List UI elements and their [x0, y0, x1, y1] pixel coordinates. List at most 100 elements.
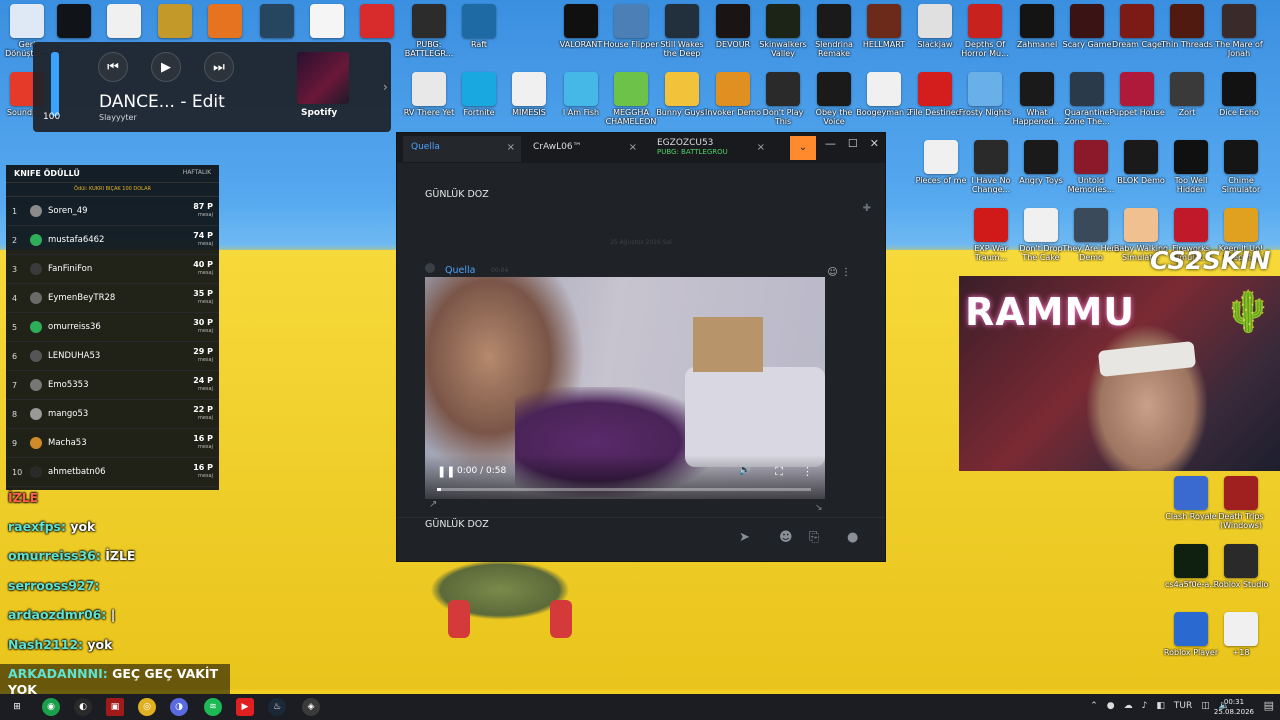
resize-icon[interactable]: ↘ [815, 503, 823, 513]
app-icon [817, 72, 851, 106]
desktop-icon[interactable]: The Mare of Jonah [1210, 4, 1268, 58]
desktop-icon[interactable]: Roblox Studio [1212, 544, 1270, 589]
desktop-icon[interactable]: Zort [1158, 72, 1216, 117]
app-icon [208, 4, 242, 38]
desktop-icon[interactable]: Skinwalkers Valley [754, 4, 812, 58]
app-icon [924, 140, 958, 174]
wifi-icon[interactable]: ◫ [1201, 701, 1210, 711]
app-icon [1170, 4, 1204, 38]
tab-quella[interactable]: Quella × [403, 136, 521, 162]
more-icon[interactable]: ⋮ [802, 465, 813, 478]
leaderboard-row: 10 ahmetbatn06 16 Pmesaj [6, 458, 219, 487]
microphone-icon[interactable]: ● [1107, 701, 1115, 711]
clock-date: 25.08.2026 [1213, 708, 1254, 716]
pause-icon[interactable]: ❚❚ [437, 465, 455, 478]
youtube-icon[interactable]: ▶ [236, 698, 254, 716]
desktop-icon[interactable]: Raft [450, 4, 508, 49]
tab-egzozcu53[interactable]: EGZOZCU53 PUBG: BATTLEGROU × [649, 136, 771, 162]
app-icon [614, 4, 648, 38]
desktop-icon[interactable]: House Flipper [602, 4, 660, 49]
emoji-icon[interactable]: ☻ [779, 530, 793, 545]
desktop-icon[interactable]: MIMESIS [500, 72, 558, 117]
avatar [30, 292, 42, 304]
volume-icon[interactable]: 🔊 [739, 465, 751, 476]
app-icon [512, 72, 546, 106]
app-icon[interactable]: ▣ [106, 698, 124, 716]
avatar [30, 408, 42, 420]
desktop-icon[interactable]: Thin Threads [1158, 4, 1216, 49]
clock[interactable]: 00:31 25.08.2026 [1214, 697, 1254, 717]
desktop-icon[interactable] [348, 4, 406, 40]
app-icon [1174, 476, 1208, 510]
desktop-icon[interactable]: Boogeyman 2 [855, 72, 913, 117]
desktop-icon[interactable]: Death Trips (Windows) [1212, 476, 1270, 530]
maximize-icon[interactable]: ☐ [848, 137, 858, 150]
desktop-icon-label: Boogeyman 2 [856, 108, 912, 117]
desktop-icon[interactable]: Don't Play This [754, 72, 812, 126]
desktop-icon[interactable]: HELLMART [855, 4, 913, 49]
notification-icon[interactable]: ▤ [1264, 699, 1274, 712]
volume-fill [51, 52, 59, 116]
expand-icon[interactable]: ↗ [429, 499, 437, 510]
leaderboard-list: 1 Soren_49 87 Pmesaj 2 mustafa6462 74 Pmesaj 3… [6, 197, 219, 487]
fullscreen-icon[interactable]: ⛶ [775, 465, 783, 479]
app-icon [665, 72, 699, 106]
app-icon[interactable]: ◐ [74, 698, 92, 716]
desktop-icon[interactable]: Bunny Guys! [653, 72, 711, 117]
avatar [30, 234, 42, 246]
emoji-icon[interactable]: ☺ [827, 267, 837, 278]
pin-icon[interactable]: ✚ [863, 203, 871, 214]
spotify-icon[interactable]: ≋ [204, 698, 222, 716]
desktop-icon[interactable]: Frosty Nights [956, 72, 1014, 117]
avatar[interactable] [425, 263, 435, 273]
desktop-icon[interactable] [196, 4, 254, 40]
leaderboard-prize: Ödül: KUKRI BIÇAK 100 DOLAR [6, 183, 219, 197]
date-separator: 25 Ağustos 2026 Sal [610, 239, 672, 246]
chat-text: yok [65, 519, 96, 534]
desktop-icon[interactable] [95, 4, 153, 40]
close-icon[interactable]: × [507, 142, 515, 153]
rank: 3 [12, 264, 18, 274]
chrome-icon[interactable]: ◎ [138, 698, 156, 716]
video-player[interactable]: ❚❚ 0:00 / 0:58 🔊 ⛶ ⋮ [425, 277, 825, 499]
language-indicator[interactable]: TUR [1174, 701, 1192, 711]
microphone-icon[interactable]: ● [847, 530, 858, 545]
chat-username: serrooss927: [8, 578, 100, 593]
desktop-icon[interactable]: MEGGHA CHAMELEON [602, 72, 660, 126]
windows-start-icon[interactable]: ⊞ [8, 698, 26, 716]
speaker-icon[interactable]: ♪ [1142, 701, 1148, 711]
discord-icon[interactable]: ◑ [170, 698, 188, 716]
chevron-right-icon[interactable]: › [383, 80, 388, 94]
app-icon[interactable]: ◉ [42, 698, 60, 716]
message-author[interactable]: Quella [445, 265, 475, 276]
play-button[interactable]: ▶ [151, 52, 181, 82]
network-icon[interactable]: ◧ [1156, 701, 1165, 711]
username: Soren_49 [48, 206, 88, 216]
tab-crawl06[interactable]: CrAwL06™ × [525, 136, 643, 162]
webcam-feed: RAMMU 🌵 [959, 276, 1280, 471]
desktop-icon[interactable]: Still Wakes the Deep [653, 4, 711, 58]
chevron-up-icon[interactable]: ⌃ [1090, 701, 1098, 711]
more-icon[interactable]: ⋮ [841, 267, 851, 278]
minimize-icon[interactable]: — [825, 137, 836, 150]
app-icon [1174, 140, 1208, 174]
close-icon[interactable]: × [629, 142, 637, 153]
next-track-button[interactable]: ⏭ [204, 52, 234, 82]
cloud-icon[interactable]: ☁ [1124, 701, 1133, 711]
desktop-icon[interactable]: Chime Simulator [1212, 140, 1270, 194]
app-icon[interactable]: ◈ [302, 698, 320, 716]
rank: 9 [12, 438, 18, 448]
desktop-icon[interactable]: Dice Echo [1210, 72, 1268, 117]
volume-bar[interactable] [51, 52, 59, 116]
message-input-bar[interactable]: ➤ ☻ ⎘ ● [397, 517, 885, 561]
close-icon[interactable]: ✕ [870, 137, 879, 150]
close-icon[interactable]: × [757, 142, 765, 153]
steam-icon[interactable]: ♨ [268, 698, 286, 716]
send-icon[interactable]: ➤ [739, 530, 750, 545]
video-seekbar[interactable] [437, 488, 811, 491]
attach-icon[interactable]: ⎘ [809, 530, 819, 545]
chat-username: raexfps: [8, 519, 66, 534]
previous-track-button[interactable]: ⏮ [98, 52, 128, 82]
desktop-icon[interactable]: +18 [1212, 612, 1270, 657]
desktop-icon[interactable]: Depths Of Horror Mu... [956, 4, 1014, 58]
